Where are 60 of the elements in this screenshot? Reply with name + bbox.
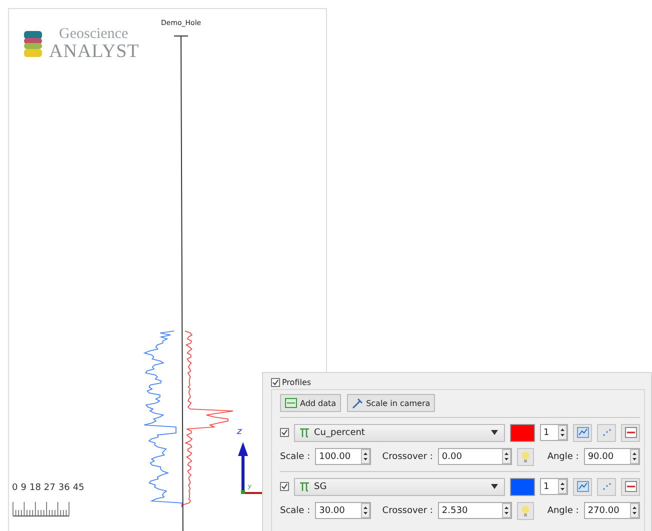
line-button[interactable] — [621, 478, 640, 496]
scale-label: 36 — [58, 483, 70, 493]
spin-arrows-icon[interactable] — [361, 449, 370, 464]
width-field[interactable]: 1 — [540, 424, 568, 441]
angle-field[interactable]: 90.00 — [584, 448, 640, 465]
chart-icon — [576, 427, 589, 438]
scale-label: 9 — [20, 483, 26, 493]
spin-arrows-icon[interactable] — [558, 425, 568, 440]
data-dropdown[interactable]: SG — [294, 478, 505, 496]
spin-arrows-icon[interactable] — [361, 503, 370, 518]
scale-label: 0 — [12, 483, 18, 493]
section-title: Profiles — [282, 378, 312, 386]
dots-icon — [600, 481, 613, 492]
scale-label: 18 — [29, 483, 41, 493]
logo-text: ANALYST — [49, 42, 140, 61]
field-label: Scale : — [280, 506, 310, 516]
data-dropdown[interactable]: Cu_percent — [294, 424, 505, 442]
color-swatch[interactable] — [510, 478, 534, 496]
caret-icon — [490, 430, 498, 435]
caret-icon — [490, 484, 498, 489]
tools-icon — [352, 398, 364, 408]
spin-arrows-icon[interactable] — [630, 503, 639, 518]
field-label: Angle : — [547, 506, 579, 516]
scale-field[interactable]: 30.00 — [315, 502, 372, 519]
spin-arrows-icon[interactable] — [502, 503, 512, 518]
width-field[interactable]: 1 — [540, 478, 568, 495]
add-data-button[interactable]: Add data — [280, 394, 342, 412]
spin-arrows-icon[interactable] — [502, 449, 512, 464]
add-icon — [285, 398, 297, 408]
crossover-field[interactable]: 0.00 — [438, 448, 512, 465]
pi-icon — [299, 481, 310, 492]
chart-icon — [576, 481, 589, 492]
angle-field[interactable]: 270.00 — [584, 502, 640, 519]
scale-label: 27 — [44, 483, 56, 493]
scale-label: 45 — [72, 483, 84, 493]
crossover-field[interactable]: 2.530 — [438, 502, 512, 519]
field-label: Crossover : — [382, 452, 433, 462]
dots-icon — [600, 427, 613, 438]
logo-text: Geoscience — [58, 27, 130, 42]
chart-button[interactable] — [573, 424, 592, 442]
light-bulb-icon — [521, 504, 530, 516]
scale-ruler-drawing — [12, 502, 70, 516]
checkbox[interactable] — [280, 482, 289, 491]
spin-arrows-icon[interactable] — [630, 449, 639, 464]
checkbox[interactable] — [280, 428, 289, 437]
line-button[interactable] — [621, 424, 640, 442]
field-label: Angle : — [547, 452, 579, 462]
field-label: Scale : — [280, 452, 310, 462]
scale-field[interactable]: 100.00 — [315, 448, 372, 465]
scale-in-camera-button[interactable]: Scale in camera — [347, 394, 436, 412]
logo-icon — [23, 30, 43, 58]
chart-button[interactable] — [573, 478, 592, 496]
checkbox[interactable] — [271, 378, 280, 386]
color-swatch[interactable] — [510, 424, 534, 442]
field-label: Crossover : — [382, 506, 433, 516]
light-bulb-icon — [521, 450, 530, 462]
axis-triad-drawing — [238, 442, 263, 494]
spin-arrows-icon[interactable] — [558, 479, 568, 494]
axis-label: z — [237, 427, 242, 437]
pi-icon — [299, 427, 310, 438]
